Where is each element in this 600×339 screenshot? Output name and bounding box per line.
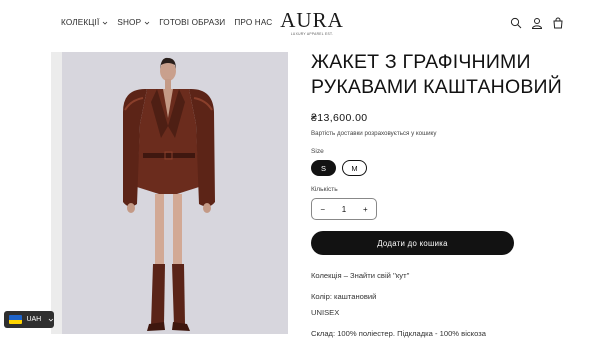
search-icon[interactable] [510,17,522,29]
size-options: S M [311,160,571,176]
currency-code: UAH [26,316,42,323]
quantity-value[interactable]: 1 [333,205,354,214]
size-label: Size [311,148,324,155]
store-logo[interactable]: AURA LUXURY APPAREL EST. [280,9,344,36]
description-gender: UNISEX [311,308,340,317]
nav-item-label: SHOP [117,18,142,27]
account-icon[interactable] [531,17,543,29]
add-to-cart-button[interactable]: Додати до кошика [311,231,514,255]
main-nav: КОЛЕКЦІЇ SHOP ГОТОВІ ОБРАЗИ ПРО НАС [61,18,281,27]
product-image[interactable] [51,52,288,334]
ukraine-flag-icon [9,315,23,324]
nav-item-about[interactable]: ПРО НАС [234,18,272,27]
nav-item-ready-looks[interactable]: ГОТОВІ ОБРАЗИ [159,18,225,27]
description-color: Колір: каштановий [311,292,377,301]
model-photo [123,57,215,331]
currency-selector[interactable]: UAH [4,311,54,328]
header: КОЛЕКЦІЇ SHOP ГОТОВІ ОБРАЗИ ПРО НАС AURA… [0,0,600,48]
quantity-stepper: − 1 + [311,198,377,220]
description-collection: Колекція – Знайти свій ''кут'' [311,271,410,280]
chevron-down-icon [144,21,150,25]
nav-item-label: ПРО НАС [234,18,273,27]
nav-item-label: ГОТОВІ ОБРАЗИ [159,18,226,27]
description-composition: Склад: 100% поліестер. Підкладка - 100% … [311,329,486,338]
size-option-s[interactable]: S [311,160,336,176]
logo-tagline: LUXURY APPAREL EST. [290,32,334,36]
quantity-increase-button[interactable]: + [355,205,376,214]
product-title: ЖАКЕТ З ГРАФІЧНИМИ РУКАВАМИ КАШТАНОВИЙ [311,51,562,98]
quantity-decrease-button[interactable]: − [312,205,333,214]
nav-item-shop[interactable]: SHOP [117,18,150,27]
chevron-down-icon [103,21,108,25]
chevron-down-icon [48,318,54,322]
shipping-note: Вартість доставки розраховується у кошик… [311,130,437,137]
product-price: ₴13,600.00 [311,112,368,124]
logo-wordmark: AURA [280,8,344,32]
product-description: Колекція – Знайти свій ''кут'' Колір: ка… [311,270,571,339]
nav-item-label: КОЛЕКЦІЇ [61,18,100,27]
size-option-m[interactable]: M [342,160,367,176]
quantity-label: Кількість [311,186,338,193]
header-icons [510,17,564,29]
nav-item-collections[interactable]: КОЛЕКЦІЇ [61,18,108,27]
product-info: ЖАКЕТ З ГРАФІЧНИМИ РУКАВАМИ КАШТАНОВИЙ ₴… [311,50,571,339]
cart-icon[interactable] [552,17,564,29]
